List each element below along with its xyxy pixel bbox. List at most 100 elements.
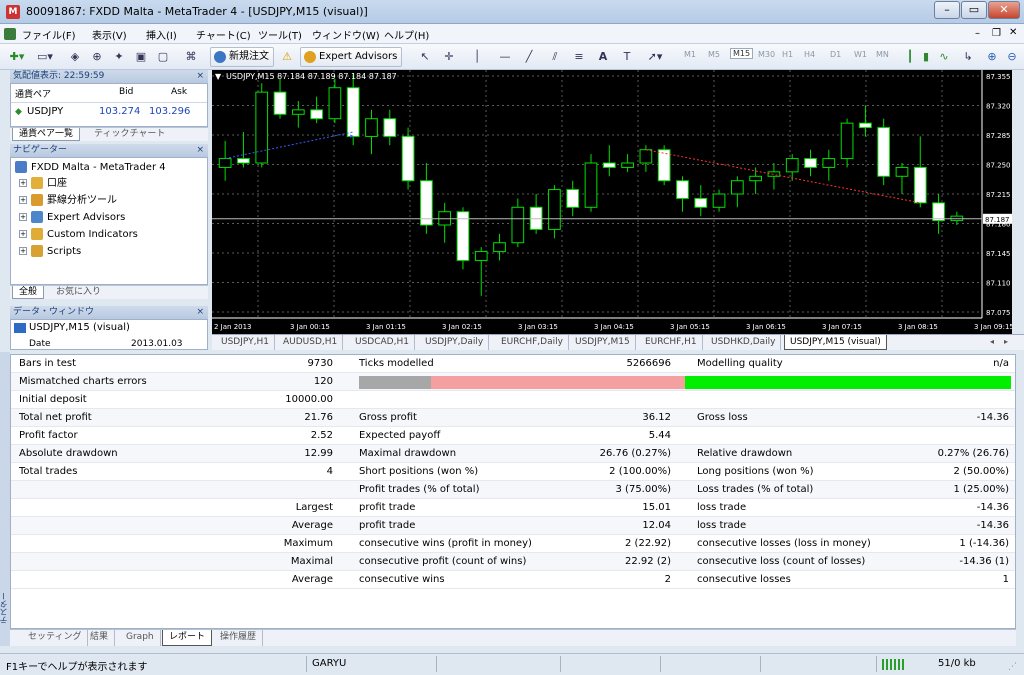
- nav-item-indicators[interactable]: + 罫線分析ツール: [19, 193, 117, 209]
- tab-settings[interactable]: セッティング: [22, 630, 89, 646]
- nav-item-accounts[interactable]: + 口座: [19, 176, 67, 192]
- market-symbol[interactable]: USDJPY: [27, 106, 63, 117]
- candle-bearish: [383, 118, 397, 137]
- nav-item-custom-indicators[interactable]: + Custom Indicators: [19, 227, 138, 243]
- data-window-symbol: USDJPY,M15 (visual): [29, 322, 130, 333]
- alert-icon[interactable]: ⚠: [278, 47, 296, 67]
- equidistant-channel-icon[interactable]: ⫽: [546, 47, 564, 67]
- mdi-close-icon[interactable]: ✕: [1009, 27, 1017, 38]
- timeframe-h1[interactable]: H1: [782, 50, 793, 59]
- connection-status-icon[interactable]: [882, 659, 904, 670]
- timeframe-m1[interactable]: M1: [684, 50, 696, 59]
- text-tool-icon[interactable]: A: [594, 47, 612, 67]
- report-value: 0.27% (26.76): [937, 448, 1009, 459]
- bar-chart-icon[interactable]: ┃: [902, 47, 918, 67]
- arrows-icon[interactable]: ➚▾: [644, 47, 666, 67]
- crosshair-icon[interactable]: ✛: [440, 47, 458, 67]
- mdi-minimize-icon[interactable]: –: [975, 28, 980, 39]
- tab-tick-chart[interactable]: ティックチャート: [88, 128, 171, 141]
- candlestick-icon[interactable]: ▮: [918, 47, 934, 67]
- panel-close-icon[interactable]: ×: [196, 144, 208, 157]
- fibonacci-icon[interactable]: ≡: [570, 47, 588, 67]
- tab-results[interactable]: 結果: [84, 630, 116, 646]
- resize-grip-icon[interactable]: ⋰: [1008, 662, 1017, 672]
- tab-graph[interactable]: Graph: [120, 630, 161, 646]
- market-watch-icon[interactable]: ◈: [66, 47, 84, 67]
- text-label-icon[interactable]: T: [618, 47, 636, 67]
- navigator-icon[interactable]: ✦: [110, 47, 128, 67]
- timeframe-mn[interactable]: MN: [876, 50, 889, 59]
- menu-view[interactable]: 表示(V): [92, 27, 127, 42]
- tab-scroll-right-icon[interactable]: ▸: [1004, 337, 1008, 346]
- report-value: 2 (50.00%): [953, 466, 1009, 477]
- zoom-out-icon[interactable]: ⊖: [1004, 47, 1020, 67]
- panel-close-icon[interactable]: ×: [196, 306, 208, 319]
- nav-item-scripts[interactable]: + Scripts: [19, 244, 81, 260]
- mdi-restore-icon[interactable]: ❐: [992, 28, 1001, 39]
- chart-tab[interactable]: USDJPY,Daily: [420, 335, 490, 350]
- tab-scroll-left-icon[interactable]: ◂: [990, 337, 994, 346]
- candlestick-chart[interactable]: 87.35587.32087.28587.25087.21587.18087.1…: [212, 70, 1019, 334]
- trendline-icon[interactable]: ╱: [520, 47, 538, 67]
- trade-arrow-icon: ▸: [350, 132, 354, 140]
- report-label: Total net profit: [19, 412, 92, 423]
- chart-tab[interactable]: EURCHF,Daily: [496, 335, 569, 350]
- timeframe-h4[interactable]: H4: [804, 50, 815, 59]
- tab-common[interactable]: 全般: [12, 286, 45, 299]
- market-watch-header: 気配値表示: 22:59:59 ×: [10, 70, 208, 83]
- chart-tab-active[interactable]: USDJPY,M15 (visual): [784, 335, 887, 350]
- timeframe-m5[interactable]: M5: [708, 50, 720, 59]
- terminal-icon[interactable]: ▣: [132, 47, 150, 67]
- new-chart-icon[interactable]: ✚▾: [6, 47, 28, 67]
- price-chart[interactable]: 87.355 87.320 87.285 87.250 87.215 87.180 87.1…: [212, 70, 1019, 334]
- menu-tools[interactable]: ツール(T): [258, 27, 302, 42]
- minimize-button[interactable]: –: [934, 1, 960, 19]
- line-chart-icon[interactable]: ∿: [936, 47, 952, 67]
- chart-collapse-icon[interactable]: ▼: [215, 72, 221, 81]
- menu-help[interactable]: ヘルプ(H): [384, 27, 429, 42]
- close-button[interactable]: ✕: [988, 1, 1020, 19]
- vertical-line-icon[interactable]: │: [468, 47, 486, 67]
- tab-report[interactable]: レポート: [162, 630, 213, 646]
- col-symbol[interactable]: 通貨ペア: [15, 87, 51, 100]
- profiles-icon[interactable]: ▭▾: [34, 47, 56, 67]
- zoom-in-icon[interactable]: ⊕: [984, 47, 1000, 67]
- tester-icon[interactable]: ▢: [154, 47, 172, 67]
- chart-tab[interactable]: USDHKD,Daily: [706, 335, 782, 350]
- tab-favorites[interactable]: お気に入り: [50, 286, 107, 299]
- chart-tab[interactable]: USDJPY,H1: [216, 335, 275, 350]
- nav-item-expert-advisors[interactable]: + Expert Advisors: [19, 210, 125, 226]
- panel-close-icon[interactable]: ×: [196, 70, 208, 83]
- metaeditor-icon[interactable]: ⌘: [182, 47, 200, 67]
- timeframe-m15[interactable]: M15: [730, 48, 754, 59]
- menu-chart[interactable]: チャート(C): [196, 27, 251, 42]
- x-tick-label: 3 Jan 09:15: [974, 323, 1012, 331]
- auto-scroll-icon[interactable]: ↳: [960, 47, 976, 67]
- candle-bullish: [639, 149, 653, 164]
- menu-insert[interactable]: 挿入(I): [146, 27, 177, 42]
- expert-advisors-button[interactable]: Expert Advisors: [300, 47, 403, 67]
- menu-window[interactable]: ウィンドウ(W): [312, 27, 380, 42]
- cursor-icon[interactable]: ↖: [416, 47, 434, 67]
- nav-root[interactable]: FXDD Malta - MetaTrader 4: [15, 160, 166, 176]
- candle-bearish: [859, 122, 872, 129]
- chart-tab[interactable]: EURCHF,H1: [640, 335, 703, 350]
- menu-file[interactable]: ファイル(F): [22, 27, 76, 42]
- tab-symbols[interactable]: 通貨ペア一覧: [12, 128, 81, 141]
- chart-tab[interactable]: AUDUSD,H1: [278, 335, 344, 350]
- timeframe-w1[interactable]: W1: [854, 50, 867, 59]
- horizontal-line-icon[interactable]: —: [496, 47, 514, 67]
- col-ask[interactable]: Ask: [171, 87, 187, 97]
- quality-bar-grey: [359, 376, 431, 389]
- tab-journal[interactable]: 操作履歴: [214, 630, 264, 646]
- timeframe-d1[interactable]: D1: [830, 50, 841, 59]
- candle-bullish: [749, 175, 762, 182]
- new-order-button[interactable]: 新規注文: [210, 47, 274, 67]
- chart-tab[interactable]: USDCAD,H1: [350, 335, 415, 350]
- data-window-icon[interactable]: ⊕: [88, 47, 106, 67]
- timeframe-m30[interactable]: M30: [758, 50, 775, 59]
- x-tick-label: 3 Jan 05:15: [670, 323, 710, 331]
- maximize-button[interactable]: ▭: [961, 1, 987, 19]
- chart-tab[interactable]: USDJPY,M15: [570, 335, 636, 350]
- col-bid[interactable]: Bid: [119, 87, 133, 97]
